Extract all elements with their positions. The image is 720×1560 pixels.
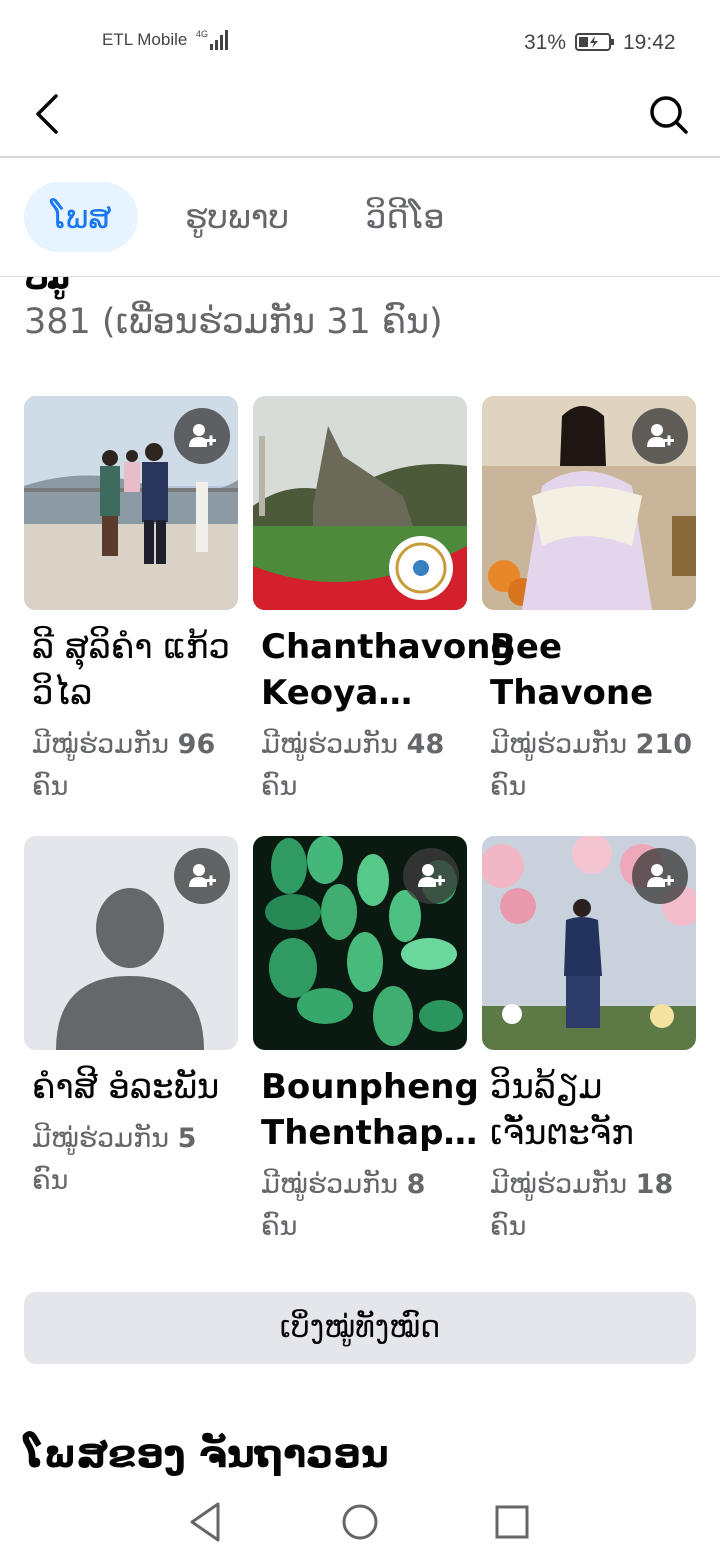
system-nav-bar bbox=[0, 1480, 720, 1560]
nav-recents-icon bbox=[495, 1505, 529, 1539]
friend-photo[interactable] bbox=[482, 396, 696, 610]
mutual-label: ມີໝູ່ຮ່ວມກັນ bbox=[490, 1169, 636, 1200]
friend-card[interactable]: ວິນລ້ຽມ ເຈັ່ນຕະຈັກ ມີໝູ່ຮ່ວມກັນ 18 ຄົນ bbox=[482, 836, 696, 1248]
friend-card[interactable]: Bee Thavone ມີໝູ່ຮ່ວມກັນ 210 ຄົນ bbox=[482, 396, 696, 808]
carrier-name: ETL Mobile bbox=[102, 30, 188, 49]
mutual-count: 96 bbox=[177, 729, 216, 760]
nav-back-button[interactable] bbox=[182, 1498, 230, 1546]
mutual-unit: ຄົນ bbox=[261, 771, 298, 802]
status-bar: ETL Mobile 4G 31% 19:42 bbox=[0, 0, 720, 80]
mutual-count: 5 bbox=[177, 1123, 197, 1154]
add-friend-button[interactable] bbox=[174, 408, 230, 464]
friend-photo[interactable] bbox=[24, 836, 238, 1050]
tab-videos[interactable]: ວິດີໂອ bbox=[338, 182, 472, 252]
mutual-unit: ຄົນ bbox=[261, 1211, 298, 1242]
friend-photo[interactable] bbox=[24, 396, 238, 610]
profile-tabs: ໂພສ ຮູບພາບ ວິດີໂອ bbox=[0, 158, 720, 277]
clock: 19:42 bbox=[623, 31, 676, 54]
add-friend-button[interactable] bbox=[632, 848, 688, 904]
mutual-friends: ມີໝູ່ຮ່ວມກັນ 5 ຄົນ bbox=[24, 1118, 238, 1202]
friend-card[interactable]: ລີ ສຸລິຄຳ ແກ້ວວິໄລ ມີໝູ່ຮ່ວມກັນ 96 ຄົນ bbox=[24, 396, 238, 808]
nav-recents-button[interactable] bbox=[488, 1498, 536, 1546]
mutual-unit: ຄົນ bbox=[32, 1165, 69, 1196]
mutual-label: ມີໝູ່ຮ່ວມກັນ bbox=[490, 729, 636, 760]
add-friend-icon bbox=[189, 864, 216, 887]
add-friend-button[interactable] bbox=[174, 848, 230, 904]
battery-icon bbox=[575, 33, 614, 51]
add-friend-icon bbox=[418, 864, 445, 887]
add-friend-icon bbox=[647, 864, 674, 887]
friend-photo[interactable] bbox=[253, 836, 467, 1050]
friend-name[interactable]: Bounpheng Thenthap… bbox=[253, 1064, 479, 1156]
mutual-count: 48 bbox=[406, 729, 445, 760]
battery-percentage: 31% bbox=[524, 31, 567, 54]
tab-posts[interactable]: ໂພສ bbox=[24, 182, 138, 252]
search-button[interactable] bbox=[644, 92, 692, 136]
friend-name[interactable]: Chanthavong Keoya… bbox=[253, 624, 515, 716]
mutual-unit: ຄົນ bbox=[32, 771, 69, 802]
nav-home-icon bbox=[342, 1504, 378, 1540]
friend-name[interactable]: ລີ ສຸລິຄຳ ແກ້ວວິໄລ bbox=[24, 624, 238, 716]
mutual-friends: ມີໝູ່ຮ່ວມກັນ 96 ຄົນ bbox=[24, 724, 238, 808]
back-arrow-icon bbox=[36, 94, 58, 134]
add-friend-icon bbox=[189, 424, 216, 447]
friend-photo[interactable] bbox=[253, 396, 467, 610]
tab-photos[interactable]: ຮູບພາບ bbox=[158, 182, 316, 252]
mutual-label: ມີໝູ່ຮ່ວມກັນ bbox=[261, 729, 407, 760]
statue-park-photo bbox=[253, 396, 467, 610]
nav-back-icon bbox=[190, 1502, 220, 1542]
add-friend-button[interactable] bbox=[632, 408, 688, 464]
mutual-friends: ມີໝູ່ຮ່ວມກັນ 48 ຄົນ bbox=[253, 724, 467, 808]
mutual-label: ມີໝູ່ຮ່ວມກັນ bbox=[32, 1123, 178, 1154]
friend-card[interactable]: Bounpheng Thenthap… ມີໝູ່ຮ່ວມກັນ 8 ຄົນ bbox=[253, 836, 479, 1248]
mutual-friends: ມີໝູ່ຮ່ວມກັນ 18 ຄົນ bbox=[482, 1164, 696, 1248]
friend-card[interactable]: ຄຳສີ ອໍລະພັນ ມີໝູ່ຮ່ວມກັນ 5 ຄົນ bbox=[24, 836, 238, 1202]
mutual-friends: ມີໝູ່ຮ່ວມກັນ 210 ຄົນ bbox=[482, 724, 696, 808]
top-app-bar bbox=[0, 80, 720, 158]
friend-name[interactable]: ຄຳສີ ອໍລະພັນ bbox=[24, 1064, 238, 1110]
mutual-count: 8 bbox=[406, 1169, 426, 1200]
friend-photo[interactable] bbox=[482, 836, 696, 1050]
friend-card[interactable]: Chanthavong Keoya… ມີໝູ່ຮ່ວມກັນ 48 ຄົນ bbox=[253, 396, 515, 808]
network-type: 4G bbox=[196, 29, 208, 39]
see-all-friends-button[interactable]: ເບິ່ງໝູ່ທັງໝົດ bbox=[24, 1292, 696, 1364]
nav-home-button[interactable] bbox=[336, 1498, 384, 1546]
mutual-count: 210 bbox=[635, 729, 693, 760]
search-icon bbox=[650, 96, 688, 134]
friend-name[interactable]: ວິນລ້ຽມ ເຈັ່ນຕະຈັກ bbox=[482, 1064, 696, 1156]
mutual-label: ມີໝູ່ຮ່ວມກັນ bbox=[32, 729, 178, 760]
friends-count: 381 (ເພື່ອນຮ່ວມກັນ 31 ຄົນ) bbox=[24, 302, 443, 342]
back-button[interactable] bbox=[28, 92, 68, 136]
mutual-unit: ຄົນ bbox=[490, 771, 527, 802]
friend-name[interactable]: Bee Thavone bbox=[482, 624, 696, 716]
add-friend-button[interactable] bbox=[403, 848, 459, 904]
mutual-friends: ມີໝູ່ຮ່ວມກັນ 8 ຄົນ bbox=[253, 1164, 467, 1248]
mutual-unit: ຄົນ bbox=[490, 1211, 527, 1242]
posts-heading: ໂພສຂອງ ຈັນຖາວອນ bbox=[24, 1432, 389, 1476]
add-friend-icon bbox=[647, 424, 674, 447]
mutual-count: 18 bbox=[635, 1169, 674, 1200]
mutual-label: ມີໝູ່ຮ່ວມກັນ bbox=[261, 1169, 407, 1200]
signal-icon: 4G bbox=[196, 29, 228, 50]
